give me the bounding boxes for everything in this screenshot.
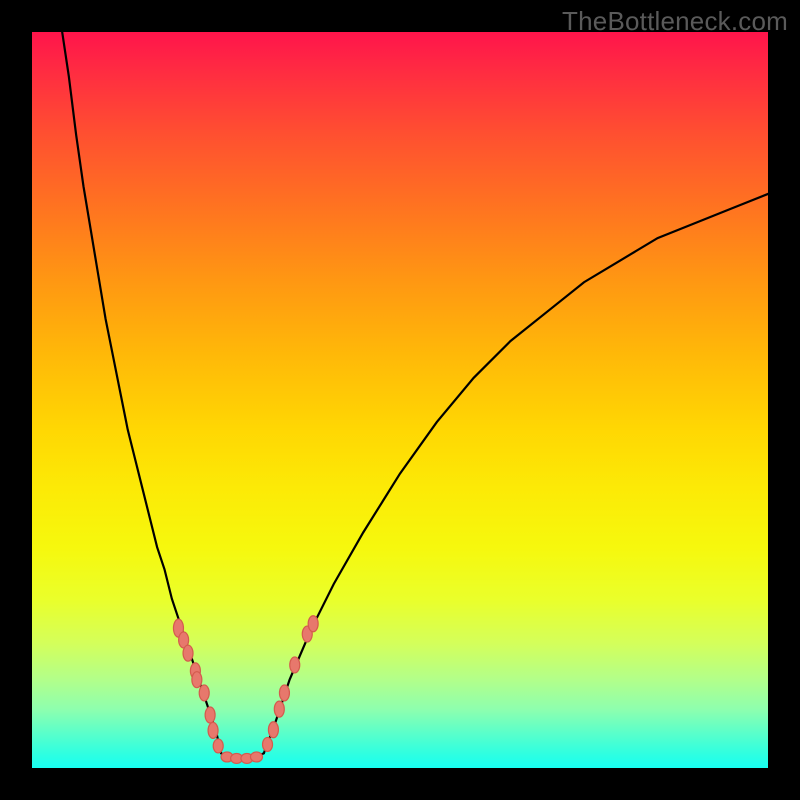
- data-marker: [263, 737, 273, 751]
- data-marker: [274, 701, 284, 717]
- data-marker: [290, 657, 300, 673]
- data-marker: [192, 672, 202, 688]
- data-marker: [250, 752, 262, 762]
- data-marker: [183, 645, 193, 661]
- data-marker: [279, 685, 289, 701]
- data-marker: [208, 722, 218, 738]
- curve-left-branch: [62, 32, 221, 753]
- data-marker: [205, 707, 215, 723]
- data-marker: [308, 616, 318, 632]
- marker-group: [173, 616, 318, 764]
- chart-gradient-background: [32, 32, 768, 768]
- curve-right-branch: [264, 194, 768, 753]
- chart-svg: [32, 32, 768, 768]
- data-marker: [268, 722, 278, 738]
- data-marker: [213, 739, 223, 753]
- data-marker: [199, 685, 209, 701]
